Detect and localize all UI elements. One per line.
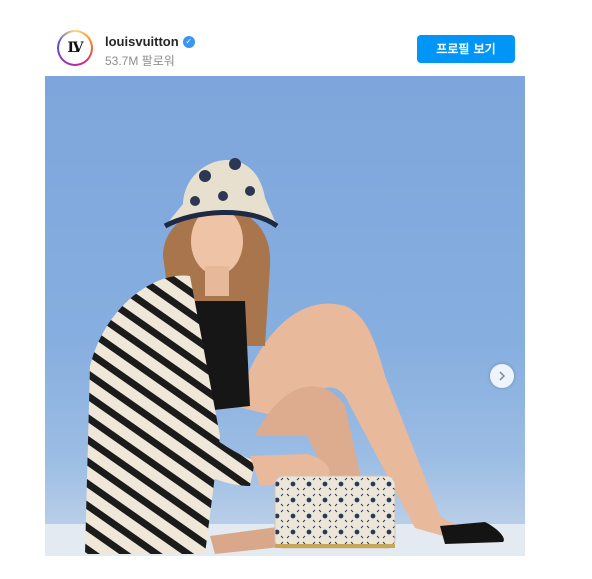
lv-logo: LV [67,40,83,56]
username-row: louisvuitton ✓ [105,34,195,49]
avatar-inner: LV [59,32,91,64]
verified-badge-icon: ✓ [182,35,195,48]
chevron-right-icon [499,371,506,381]
profile-avatar[interactable]: LV [57,30,93,66]
post-photo[interactable] [45,76,525,556]
next-image-button[interactable] [490,364,514,388]
username-link[interactable]: louisvuitton [105,34,179,49]
fashion-photo-illustration [45,158,525,556]
post-header: LV louisvuitton ✓ 53.7M 팔로워 프로필 보기 [45,24,525,74]
follower-count: 53.7M 팔로워 [105,54,175,68]
view-profile-button[interactable]: 프로필 보기 [417,35,515,63]
instagram-post-embed: LV louisvuitton ✓ 53.7M 팔로워 프로필 보기 [0,0,592,579]
